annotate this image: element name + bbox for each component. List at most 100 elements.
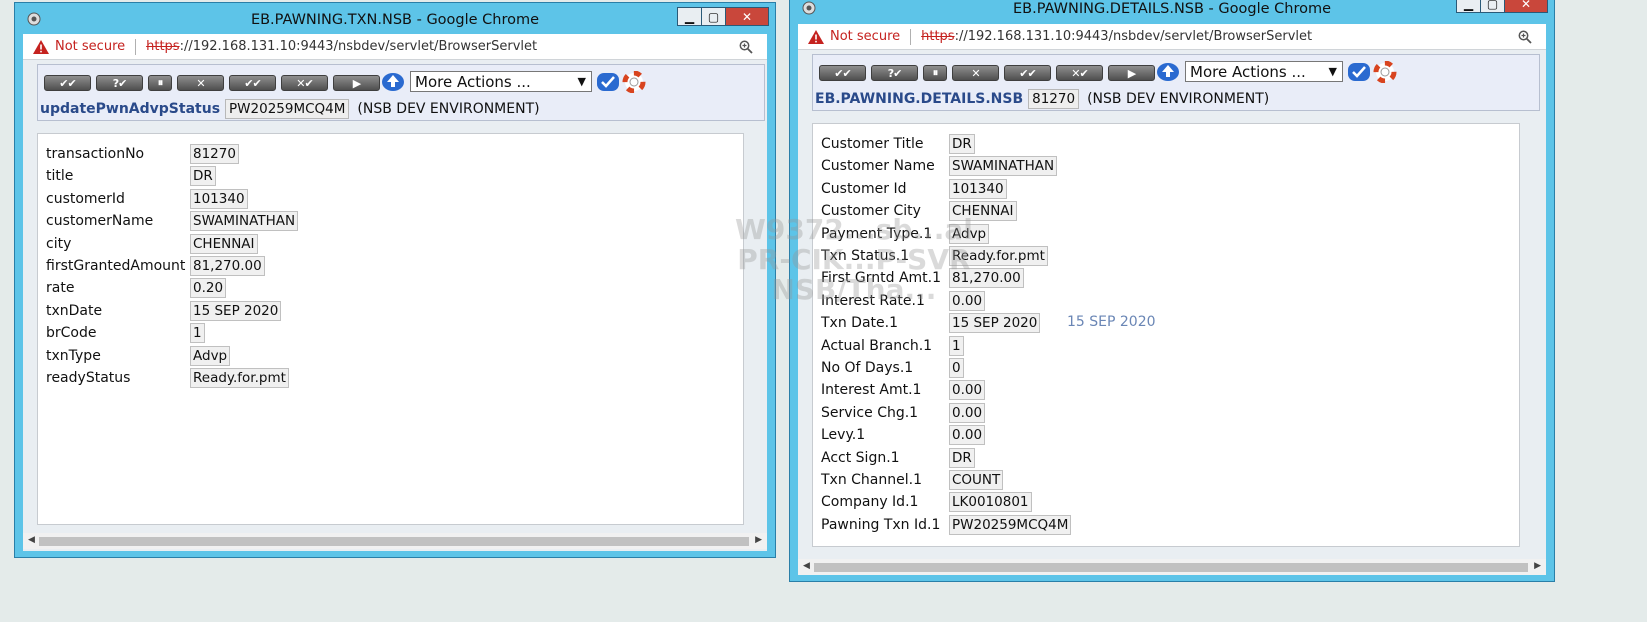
url-scheme: https xyxy=(146,39,180,54)
field-value: Advp xyxy=(190,345,231,366)
horizontal-scrollbar[interactable]: ◀ ▶ xyxy=(23,533,767,549)
scroll-right-icon[interactable]: ▶ xyxy=(755,535,762,545)
hold-button[interactable]: ⏸ xyxy=(923,65,947,81)
field-label: Txn Status.1 xyxy=(821,248,910,264)
warning-icon xyxy=(808,29,824,44)
url-text[interactable]: ://192.168.131.10:9443/nsbdev/servlet/Br… xyxy=(180,39,538,54)
command-toolbar: ✔✔ ?✔ ⏸ ✕ ✔✔ ✕✔ ▶ More Actions ... ▼ xyxy=(812,54,1540,111)
url-scheme: https xyxy=(921,29,955,44)
more-actions-select[interactable]: More Actions ... ▼ xyxy=(1185,61,1343,82)
minimize-button[interactable]: ▁ xyxy=(677,7,702,26)
field-value: 0.00 xyxy=(949,425,986,446)
field-value: Ready.for.pmt xyxy=(949,246,1048,266)
field-label: Interest Amt.1 xyxy=(821,382,922,399)
maximize-button[interactable]: ▢ xyxy=(701,7,726,26)
close-button[interactable]: ✕ xyxy=(1504,0,1548,13)
field-value: 81,270.00 xyxy=(190,256,265,276)
next-button[interactable]: ▶ xyxy=(1108,65,1155,81)
field-value: Advp xyxy=(949,223,990,244)
scroll-left-icon[interactable]: ◀ xyxy=(28,535,35,545)
zoom-icon[interactable] xyxy=(1518,30,1532,44)
commit-button[interactable]: ✔✔ xyxy=(819,65,866,81)
field-value: Ready.for.pmt xyxy=(190,368,289,388)
reverse-button[interactable]: ✕✔ xyxy=(281,75,328,91)
record-id: 81270 xyxy=(1028,89,1080,109)
authorise-button[interactable]: ✔✔ xyxy=(229,75,276,91)
scroll-thumb[interactable] xyxy=(39,537,749,546)
application-name: EB.PAWNING.DETAILS.NSB xyxy=(815,91,1024,107)
field-label: rate xyxy=(46,280,75,297)
field-value: SWAMINATHAN xyxy=(190,211,299,232)
chevron-down-icon: ▼ xyxy=(1328,65,1337,78)
field-label: Customer Id xyxy=(821,180,907,197)
not-secure-label[interactable]: Not secure xyxy=(55,39,125,54)
zoom-icon[interactable] xyxy=(739,40,753,54)
field-value: 101340 xyxy=(949,178,1007,199)
txn-date-enrichment: 15 SEP 2020 xyxy=(1067,314,1156,330)
more-actions-select[interactable]: More Actions ... ▼ xyxy=(410,71,592,92)
reverse-button[interactable]: ✕✔ xyxy=(1056,65,1103,81)
hold-button[interactable]: ⏸ xyxy=(148,75,172,91)
url-text[interactable]: ://192.168.131.10:9443/nsbdev/servlet/Br… xyxy=(955,29,1313,44)
delete-button[interactable]: ✕ xyxy=(952,65,999,81)
window-title: EB.PAWNING.DETAILS.NSB - Google Chrome xyxy=(1012,1,1332,17)
field-label: transactionNo xyxy=(46,146,145,162)
field-label: Customer Title xyxy=(821,136,924,152)
field-value: COUNT xyxy=(949,470,1004,490)
divider xyxy=(910,28,912,45)
scroll-right-icon[interactable]: ▶ xyxy=(1534,561,1541,571)
close-button[interactable]: ✕ xyxy=(725,7,769,26)
commit-button[interactable]: ✔✔ xyxy=(44,75,91,91)
field-value: DR xyxy=(949,447,975,468)
next-button[interactable]: ▶ xyxy=(333,75,380,91)
field-label: title xyxy=(46,168,74,185)
record-content: transactionNo 81270 title DR customerId 10134… xyxy=(37,133,744,525)
field-value: CHENNAI xyxy=(949,201,1017,222)
application-name: updatePwnAdvpStatus xyxy=(40,101,221,117)
field-value: SWAMINATHAN xyxy=(949,156,1058,177)
field-value: 15 SEP 2020 xyxy=(949,313,1041,334)
page-area: ✔✔ ?✔ ⏸ ✕ ✔✔ ✕✔ ▶ More Actions ... ▼ xyxy=(798,50,1546,575)
field-value: 0.00 xyxy=(949,380,986,401)
title-bar[interactable]: EB.PAWNING.DETAILS.NSB - Google Chrome ▁… xyxy=(790,0,1554,25)
right-browser-window: EB.PAWNING.DETAILS.NSB - Google Chrome ▁… xyxy=(789,0,1555,582)
chrome-icon xyxy=(27,12,41,26)
field-label: Customer Name xyxy=(821,158,935,175)
minimize-button[interactable]: ▁ xyxy=(1456,0,1481,13)
field-label: city xyxy=(46,235,72,252)
warning-icon xyxy=(33,39,49,54)
field-value: DR xyxy=(190,166,216,187)
not-secure-label[interactable]: Not secure xyxy=(830,29,900,44)
go-checkmark-icon[interactable] xyxy=(596,71,620,93)
field-label: txnType xyxy=(46,347,101,364)
field-label: First Grntd Amt.1 xyxy=(821,270,942,287)
field-value: 0.00 xyxy=(949,402,986,423)
more-actions-label: More Actions ... xyxy=(415,72,531,91)
more-actions-label: More Actions ... xyxy=(1190,62,1306,81)
up-arrow-icon[interactable] xyxy=(1156,62,1180,82)
help-lifebuoy-icon[interactable] xyxy=(1373,61,1397,83)
left-browser-window: EB.PAWNING.TXN.NSB - Google Chrome ▁ ▢ ✕… xyxy=(14,2,776,558)
scroll-thumb[interactable] xyxy=(814,563,1528,572)
field-label: brCode xyxy=(46,325,97,342)
field-label: Service Chg.1 xyxy=(821,404,919,421)
address-bar[interactable]: Not secure https://192.168.131.10:9443/n… xyxy=(798,24,1546,50)
environment-label: (NSB DEV ENVIRONMENT) xyxy=(357,101,540,117)
go-checkmark-icon[interactable] xyxy=(1347,61,1371,83)
horizontal-scrollbar[interactable]: ◀ ▶ xyxy=(798,559,1546,575)
authorise-button[interactable]: ✔✔ xyxy=(1004,65,1051,81)
up-arrow-icon[interactable] xyxy=(381,72,405,92)
validate-button[interactable]: ?✔ xyxy=(871,65,918,81)
validate-button[interactable]: ?✔ xyxy=(96,75,143,91)
field-value: CHENNAI xyxy=(190,233,258,254)
field-label: txnDate xyxy=(46,302,103,319)
field-label: customerId xyxy=(46,190,125,207)
scroll-left-icon[interactable]: ◀ xyxy=(803,561,810,571)
title-bar[interactable]: EB.PAWNING.TXN.NSB - Google Chrome ▁ ▢ ✕ xyxy=(15,3,775,37)
address-bar[interactable]: Not secure https://192.168.131.10:9443/n… xyxy=(23,34,767,60)
delete-button[interactable]: ✕ xyxy=(177,75,224,91)
help-lifebuoy-icon[interactable] xyxy=(622,71,646,93)
maximize-button[interactable]: ▢ xyxy=(1480,0,1505,13)
field-label: Company Id.1 xyxy=(821,494,919,511)
field-label: Acct Sign.1 xyxy=(821,449,900,466)
